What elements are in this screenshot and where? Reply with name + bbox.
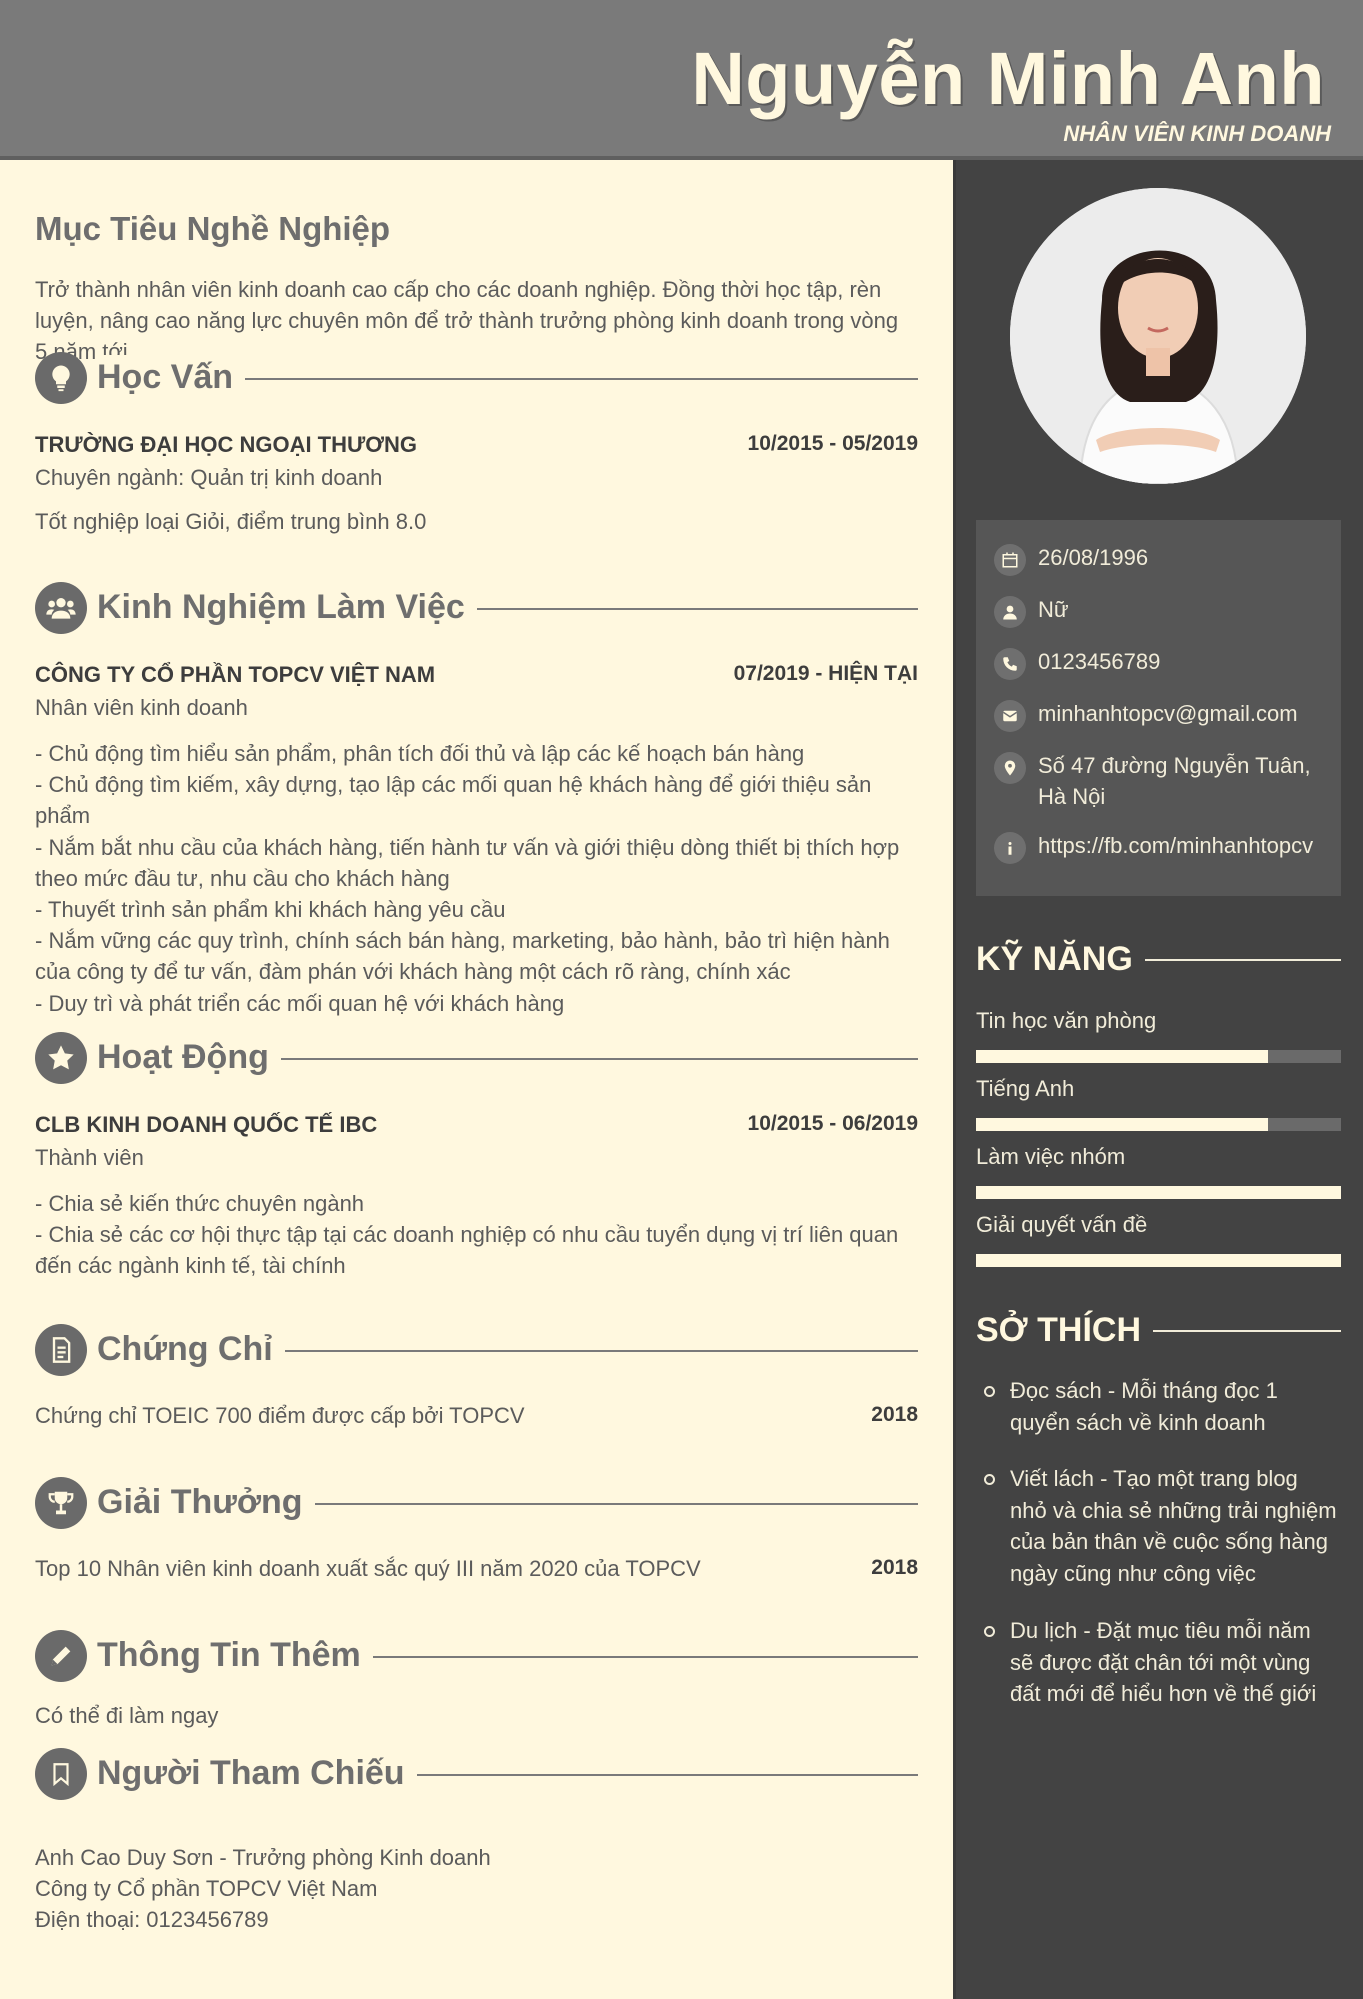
skill-label: Tin học văn phòng <box>976 1008 1157 1033</box>
list-item: - Nắm bắt nhu cầu của khách hàng, tiến h… <box>35 834 900 891</box>
header-banner: Nguyễn Minh Anh NHÂN VIÊN KINH DOANH <box>0 0 1363 160</box>
certificates-heading: Chứng Chỉ <box>35 1324 918 1376</box>
sidebar: 26/08/1996 Nữ 0123456789 minhanhtopcv@gm… <box>953 160 1363 1999</box>
phone-icon <box>994 648 1026 680</box>
school-name: TRƯỜNG ĐẠI HỌC NGOẠI THƯƠNG <box>35 432 418 457</box>
skill-bar <box>976 1254 1341 1267</box>
skill-label: Tiếng Anh <box>976 1076 1075 1101</box>
candidate-role: NHÂN VIÊN KINH DOANH <box>1063 121 1331 146</box>
list-item: - Duy trì và phát triển các mối quan hệ … <box>35 990 565 1016</box>
award-year: 2018 <box>871 1556 918 1579</box>
hobby-text: Viết lách - Tạo một trang blog nhỏ và ch… <box>1010 1466 1337 1586</box>
skill-label: Giải quyết vấn đề <box>976 1212 1148 1237</box>
bullet-icon <box>984 1474 995 1485</box>
activities-heading: Hoạt Động <box>35 1032 918 1084</box>
hobbies-heading: SỞ THÍCH <box>976 1308 1341 1352</box>
experience-title: Kinh Nghiệm Làm Việc <box>97 585 477 629</box>
skill-item: Tin học văn phòng <box>976 1008 1341 1063</box>
certificates-title: Chứng Chỉ <box>97 1327 285 1371</box>
document-icon <box>35 1324 87 1376</box>
list-item: - Nắm vững các quy trình, chính sách bán… <box>35 928 890 985</box>
skills-title: KỸ NĂNG <box>976 937 1145 981</box>
references-title: Người Tham Chiếu <box>97 1751 417 1795</box>
activities-list: - Chia sẻ kiến thức chuyên ngành - Chia … <box>35 1188 915 1282</box>
birthday-text: 26/08/1996 <box>1038 545 1149 570</box>
education-result: Tốt nghiệp loại Giỏi, điểm trung bình 8.… <box>35 509 427 534</box>
education-date: 10/2015 - 05/2019 <box>747 432 918 455</box>
references-heading: Người Tham Chiếu <box>35 1748 918 1800</box>
list-item: - Chủ động tìm hiểu sản phẩm, phân tích … <box>35 741 805 766</box>
mail-icon <box>994 700 1026 732</box>
trophy-icon <box>35 1477 87 1529</box>
skill-bar-fill <box>976 1118 1268 1131</box>
education-major: Chuyên ngành: Quản trị kinh doanh <box>35 465 383 490</box>
certificate-year: 2018 <box>871 1403 918 1426</box>
users-icon <box>35 582 87 634</box>
skill-item: Làm việc nhóm <box>976 1144 1341 1199</box>
hobbies-title: SỞ THÍCH <box>976 1308 1154 1352</box>
bullet-icon <box>984 1626 995 1637</box>
certificate-text: Chứng chỉ TOEIC 700 điểm được cấp bởi TO… <box>35 1403 525 1428</box>
skill-bar-fill <box>976 1050 1268 1063</box>
list-item: - Chia sẻ các cơ hội thực tập tại các do… <box>35 1222 899 1279</box>
experience-heading: Kinh Nghiệm Làm Việc <box>35 582 918 634</box>
info-icon <box>994 832 1026 864</box>
bookmark-icon <box>35 1748 87 1800</box>
experience-date: 07/2019 - HIỆN TẠI <box>733 662 918 685</box>
bullet-icon <box>984 1386 995 1397</box>
activities-date: 10/2015 - 06/2019 <box>747 1112 918 1135</box>
phone-text[interactable]: 0123456789 <box>1038 646 1338 677</box>
skills-heading: KỸ NĂNG <box>976 937 1341 981</box>
additional-text: Có thể đi làm ngay <box>35 1703 219 1728</box>
objective-title: Mục Tiêu Nghề Nghiệp <box>35 210 391 247</box>
additional-title: Thông Tin Thêm <box>97 1633 373 1677</box>
pencil-icon <box>35 1630 87 1682</box>
list-item: - Thuyết trình sản phẩm khi khách hàng y… <box>35 897 506 923</box>
reference-line: Anh Cao Duy Sơn - Trưởng phòng Kinh doan… <box>35 1845 491 1870</box>
club-name: CLB KINH DOANH QUỐC TẾ IBC <box>35 1112 378 1137</box>
website-link[interactable]: https://fb.com/minhanhtopcv <box>1038 830 1338 861</box>
address-text: Số 47 đường Nguyễn Tuân, Hà Nội <box>1038 753 1311 809</box>
job-duties: - Chủ động tìm hiểu sản phẩm, phân tích … <box>35 738 915 1019</box>
lightbulb-icon <box>35 352 87 404</box>
award-text: Top 10 Nhân viên kinh doanh xuất sắc quý… <box>35 1556 701 1581</box>
candidate-name: Nguyễn Minh Anh <box>691 37 1325 120</box>
email-text[interactable]: minhanhtopcv@gmail.com <box>1038 698 1338 729</box>
contact-box: 26/08/1996 Nữ 0123456789 minhanhtopcv@gm… <box>976 520 1341 896</box>
skill-bar <box>976 1118 1341 1131</box>
star-icon <box>35 1032 87 1084</box>
education-title: Học Vấn <box>97 355 246 399</box>
skill-bar <box>976 1050 1341 1063</box>
hobby-text: Du lịch - Đặt mục tiêu mỗi năm sẽ được đ… <box>1010 1618 1317 1706</box>
main-column: Mục Tiêu Nghề Nghiệp Trở thành nhân viên… <box>0 160 953 1999</box>
reference-line: Công ty Cổ phần TOPCV Việt Nam <box>35 1876 378 1902</box>
awards-heading: Giải Thưởng <box>35 1477 918 1529</box>
user-icon <box>994 596 1026 628</box>
job-position: Nhân viên kinh doanh <box>35 695 248 720</box>
awards-title: Giải Thưởng <box>97 1480 315 1524</box>
education-heading: Học Vấn <box>35 352 918 404</box>
company-name: CÔNG TY CỔ PHẦN TOPCV VIỆT NAM <box>35 662 436 687</box>
skill-label: Làm việc nhóm <box>976 1144 1126 1169</box>
reference-line: Điện thoại: 0123456789 <box>35 1907 269 1933</box>
activities-role: Thành viên <box>35 1145 144 1170</box>
location-icon <box>994 752 1026 784</box>
list-item: - Chia sẻ kiến thức chuyên ngành <box>35 1191 365 1216</box>
skill-bar <box>976 1186 1341 1199</box>
skill-bar-fill <box>976 1254 1341 1267</box>
additional-heading: Thông Tin Thêm <box>35 1630 918 1682</box>
profile-photo <box>1010 188 1306 484</box>
skill-item: Giải quyết vấn đề <box>976 1212 1341 1267</box>
activities-title: Hoạt Động <box>97 1035 281 1079</box>
gender-text: Nữ <box>1038 597 1069 622</box>
skill-bar-fill <box>976 1186 1341 1199</box>
list-item: - Chủ động tìm kiếm, xây dựng, tạo lập c… <box>35 772 872 829</box>
skill-item: Tiếng Anh <box>976 1076 1341 1131</box>
references-details: Anh Cao Duy Sơn - Trưởng phòng Kinh doan… <box>35 1842 915 1936</box>
calendar-icon <box>994 544 1026 576</box>
hobby-text: Đọc sách - Mỗi tháng đọc 1 quyển sách về… <box>1010 1378 1278 1435</box>
